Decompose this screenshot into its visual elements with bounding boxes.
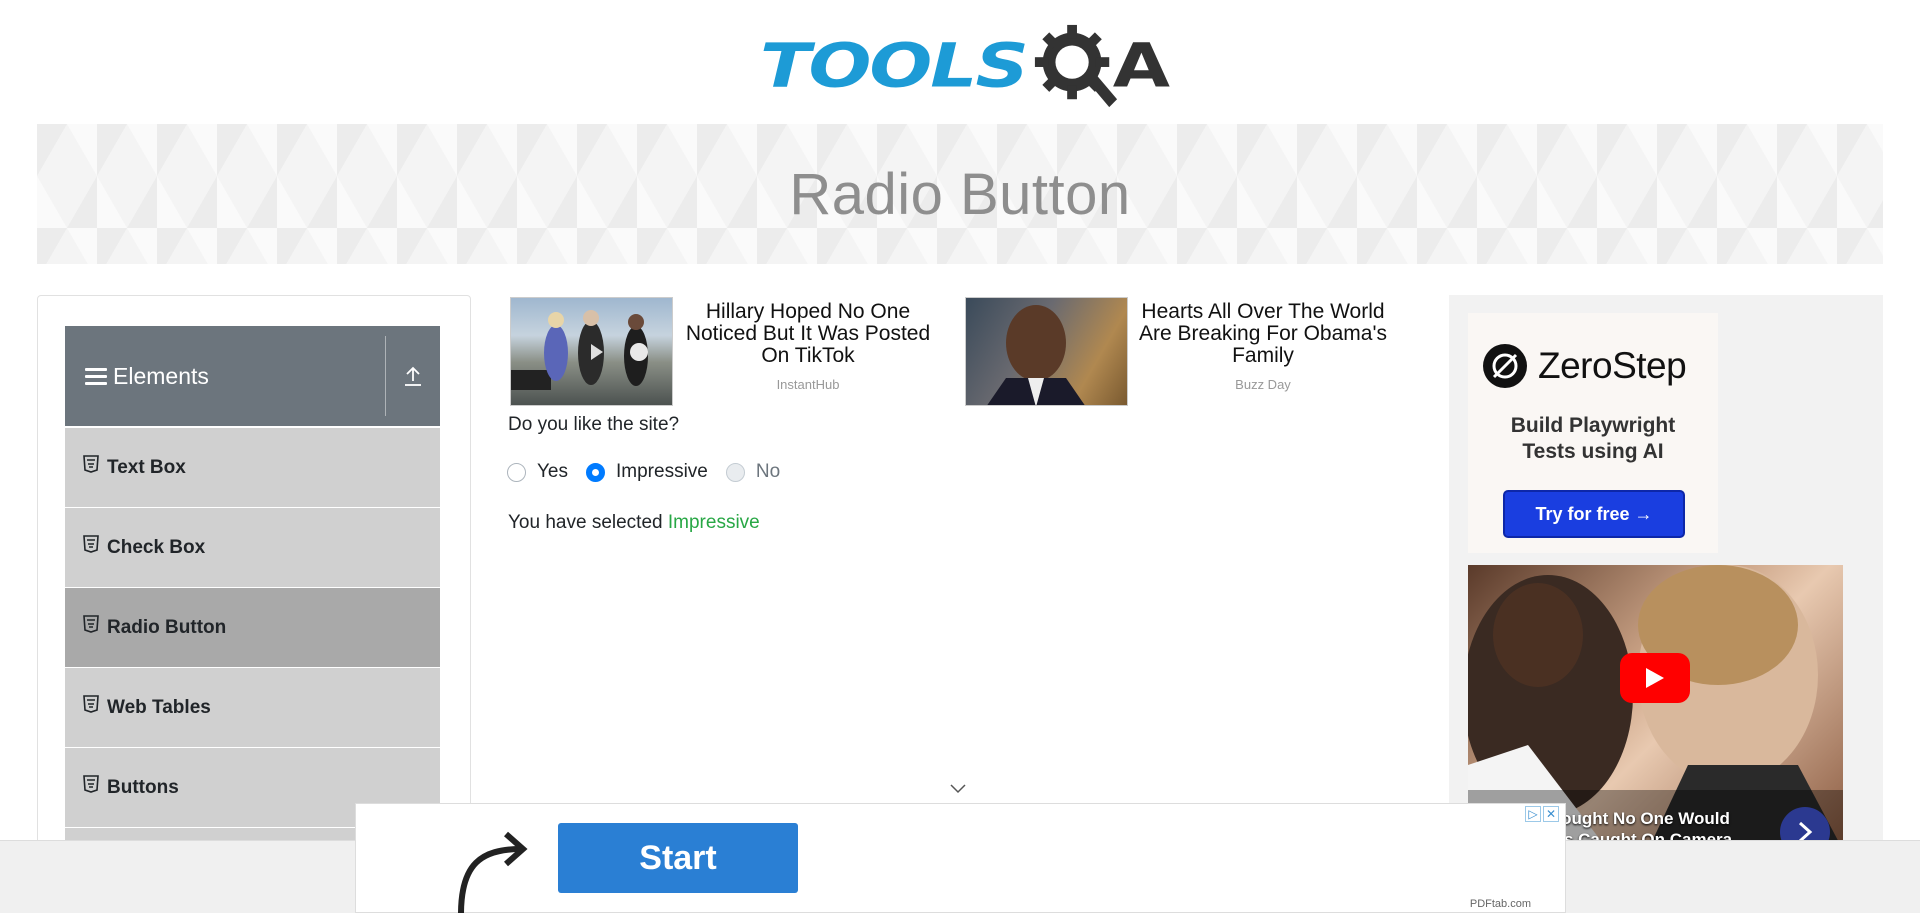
radio-label: No — [755, 461, 781, 482]
page: TOOLS A Radio Button Elements Text Box C… — [0, 0, 1920, 913]
radio-no — [725, 462, 745, 482]
html-file-icon — [83, 454, 99, 473]
ad-photo — [987, 305, 1085, 405]
sidebar-item-label: Check Box — [107, 536, 206, 558]
radio-label[interactable]: Yes — [537, 461, 568, 483]
close-icon[interactable]: ✕ — [1543, 806, 1559, 822]
sidebar-item-radio-button[interactable]: Radio Button — [65, 588, 440, 668]
sidebar-item-check-box[interactable]: Check Box — [65, 508, 440, 588]
try-for-free-button[interactable]: Try for free → — [1503, 490, 1685, 538]
html-file-icon — [83, 534, 99, 553]
radio-option-impressive[interactable]: Impressive — [586, 461, 708, 483]
question-label: Do you like the site? — [508, 414, 680, 435]
hamburger-icon — [85, 364, 107, 389]
ad-source: InstantHub — [776, 377, 840, 392]
tagline-line-2: Tests using AI — [1522, 440, 1664, 463]
logo-text-a: A — [1112, 30, 1170, 102]
ad-headline: Hearts All Over The World Are Breaking F… — [1139, 300, 1387, 367]
zerostep-tagline: Build Playwright Tests using AI — [1468, 413, 1718, 465]
page-title: Radio Button — [789, 161, 1131, 227]
collapse-toggle[interactable] — [386, 326, 440, 426]
start-button[interactable]: Start — [558, 823, 798, 893]
radio-label[interactable]: Impressive — [616, 461, 708, 483]
radio-option-yes[interactable]: Yes — [507, 461, 568, 483]
sidebar-item-text-box[interactable]: Text Box — [65, 428, 440, 508]
sidebar-item-label: Web Tables — [107, 696, 211, 718]
zerostep-ad[interactable]: ZeroStep Build Playwright Tests using AI… — [1468, 313, 1718, 553]
sidebar-item-label: Buttons — [107, 776, 179, 798]
ad-thumbnail — [510, 297, 673, 406]
html-file-icon — [83, 694, 99, 713]
zerostep-logo-icon — [1483, 344, 1527, 388]
upload-arrow-icon — [405, 366, 421, 386]
toolsqa-logo[interactable]: TOOLS A — [760, 18, 1170, 114]
sponsored-ad-card[interactable]: Hearts All Over The World Are Breaking F… — [965, 297, 1398, 407]
radio-impressive[interactable] — [586, 462, 605, 482]
ad-text: Hillary Hoped No One Noticed But It Was … — [673, 297, 943, 407]
html-file-icon — [83, 774, 99, 793]
result-prefix: You have selected — [508, 512, 668, 533]
sidebar-item-label: Text Box — [107, 456, 186, 478]
ad-headline: Hillary Hoped No One Noticed But It Was … — [685, 300, 931, 367]
sidebar-group-elements[interactable]: Elements — [65, 326, 440, 426]
page-banner: Radio Button — [37, 124, 1883, 264]
sponsored-ad-card[interactable]: Hillary Hoped No One Noticed But It Was … — [510, 297, 943, 407]
sidebar-item-web-tables[interactable]: Web Tables — [65, 668, 440, 748]
zerostep-logo: ZeroStep — [1482, 343, 1687, 389]
radio-yes[interactable] — [507, 462, 526, 482]
ad-thumbnail — [965, 297, 1128, 406]
group-title: Elements — [85, 326, 385, 426]
ad-text: Hearts All Over The World Are Breaking F… — [1128, 297, 1398, 407]
radio-group: Yes Impressive No — [507, 461, 798, 483]
ad-close-controls[interactable]: ▷ ✕ — [1525, 806, 1559, 822]
chevron-down-icon[interactable] — [950, 784, 966, 794]
play-icon — [1646, 668, 1664, 688]
group-title-label: Elements — [113, 362, 209, 389]
ad-choices-icon[interactable]: ▷ — [1525, 806, 1541, 822]
ad-photo — [511, 310, 648, 390]
sidebar-item-label: Radio Button — [107, 616, 227, 638]
result-value: Impressive — [667, 512, 760, 533]
gear-magnifier-icon — [1034, 24, 1117, 108]
play-button[interactable] — [1620, 653, 1690, 703]
bottom-ad[interactable]: Start ▷ ✕ PDFtab.com — [355, 803, 1566, 913]
tagline-line-1: Build Playwright — [1510, 414, 1676, 437]
selection-result: You have selected Impressive — [508, 512, 760, 534]
ad-source: Buzz Day — [1235, 377, 1291, 392]
logo-text-tools: TOOLS — [760, 30, 1029, 102]
radio-option-no: No — [725, 461, 781, 483]
html-file-icon — [83, 614, 99, 633]
curved-arrow-icon — [458, 831, 528, 913]
ad-domain: PDFtab.com — [1469, 898, 1531, 910]
zerostep-brand: ZeroStep — [1538, 345, 1687, 386]
